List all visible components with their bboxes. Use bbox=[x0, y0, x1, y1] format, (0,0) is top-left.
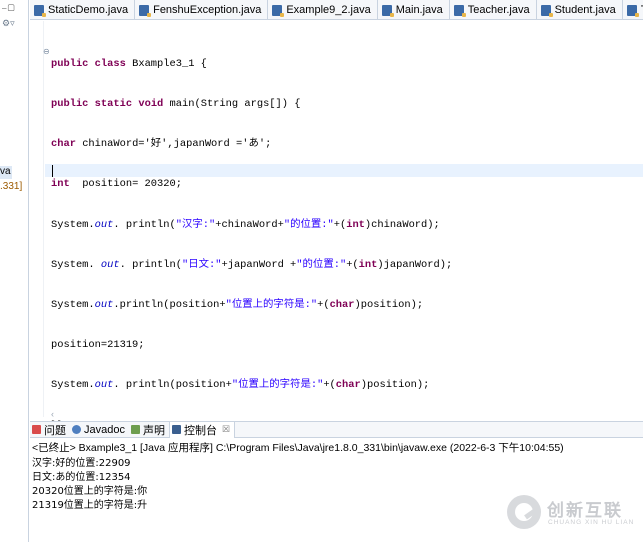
text-caret bbox=[52, 165, 53, 177]
watermark-emblem-icon bbox=[507, 495, 541, 529]
watermark-logo: 创新互联 CHUANG XIN HU LIAN bbox=[497, 486, 643, 542]
left-tree-item-detail: .331] bbox=[0, 181, 23, 192]
tab-declaration[interactable]: 声明 bbox=[129, 422, 169, 438]
java-file-icon bbox=[272, 4, 285, 17]
code-line: System. out. println("日文:"+japanWord +"的… bbox=[51, 258, 453, 271]
code-line: System.out.println(position+"位置上的字符是:"+(… bbox=[51, 299, 424, 312]
java-file-icon bbox=[139, 4, 152, 17]
left-panel: ⎯▢ ⚙▿ va .331] bbox=[0, 0, 29, 542]
tab-overflow[interactable]: T bbox=[623, 0, 643, 19]
bottom-panel-tabs: 问题 Javadoc 声明 控制台 ☒ bbox=[30, 421, 643, 438]
tab-problems[interactable]: 问题 bbox=[30, 422, 70, 438]
watermark-text: 创新互联 bbox=[547, 501, 623, 521]
code-line: public static void main(String args[]) { bbox=[51, 98, 301, 111]
javadoc-icon bbox=[72, 425, 81, 434]
close-icon[interactable]: ☒ bbox=[222, 424, 230, 435]
code-editor[interactable]: ⊖ public class Bxample3_1 { public stati… bbox=[30, 21, 643, 432]
console-output-line: 20320位置上的字符是:你 bbox=[32, 486, 148, 497]
window-controls[interactable]: ⎯▢ bbox=[2, 3, 16, 14]
java-file-icon bbox=[34, 4, 46, 17]
console-output-line: 汉字:好的位置:22909 bbox=[32, 458, 131, 469]
scroll-left-arrow-icon[interactable]: ‹ bbox=[51, 409, 54, 419]
tab-example9-2[interactable]: Example9_2.java bbox=[268, 0, 378, 19]
problems-icon bbox=[32, 425, 41, 434]
editor-tab-bar: StaticDemo.java FenshuException.java Exa… bbox=[30, 0, 643, 20]
code-line: System.out. println(position+"位置上的字符是:"+… bbox=[51, 379, 430, 392]
tab-student[interactable]: Student.java bbox=[537, 0, 623, 19]
tab-fenshuexception[interactable]: FenshuException.java bbox=[135, 0, 269, 19]
tab-javadoc[interactable]: Javadoc bbox=[70, 422, 129, 438]
fold-marker-icon[interactable]: ⊖ bbox=[43, 47, 50, 56]
code-line: char chinaWord='好',japanWord ='あ'; bbox=[51, 138, 272, 151]
editor-ruler bbox=[30, 21, 44, 417]
declaration-icon bbox=[130, 425, 140, 434]
java-file-icon bbox=[540, 4, 553, 17]
java-file-icon bbox=[381, 4, 394, 17]
code-line: public class Bxample3_1 { bbox=[51, 57, 207, 70]
tab-teacher[interactable]: Teacher.java bbox=[450, 0, 537, 19]
java-file-icon bbox=[626, 4, 639, 17]
tab-main[interactable]: Main.java bbox=[378, 0, 450, 19]
code-line: System.out. println("汉字:"+chinaWord+"的位置… bbox=[51, 218, 440, 231]
code-line: int position= 20320; bbox=[51, 178, 182, 191]
console-icon bbox=[171, 425, 181, 434]
left-tree-item[interactable]: va bbox=[0, 166, 12, 179]
code-content: public class Bxample3_1 { public static … bbox=[51, 31, 452, 460]
tab-console[interactable]: 控制台 ☒ bbox=[168, 421, 236, 438]
console-output-line: 21319位置上的字符是:升 bbox=[32, 500, 148, 511]
view-menu-icon[interactable]: ⚙▿ bbox=[2, 18, 15, 29]
java-file-icon bbox=[453, 4, 466, 17]
console-output-line: 日文:あ的位置:12354 bbox=[32, 472, 131, 483]
tab-staticdemo[interactable]: StaticDemo.java bbox=[30, 0, 136, 19]
console-terminated-status: <已终止> Bxample3_1 [Java 应用程序] C:\Program … bbox=[32, 442, 564, 454]
code-line: position=21319; bbox=[51, 339, 145, 352]
watermark-subtext: CHUANG XIN HU LIAN bbox=[548, 519, 635, 526]
